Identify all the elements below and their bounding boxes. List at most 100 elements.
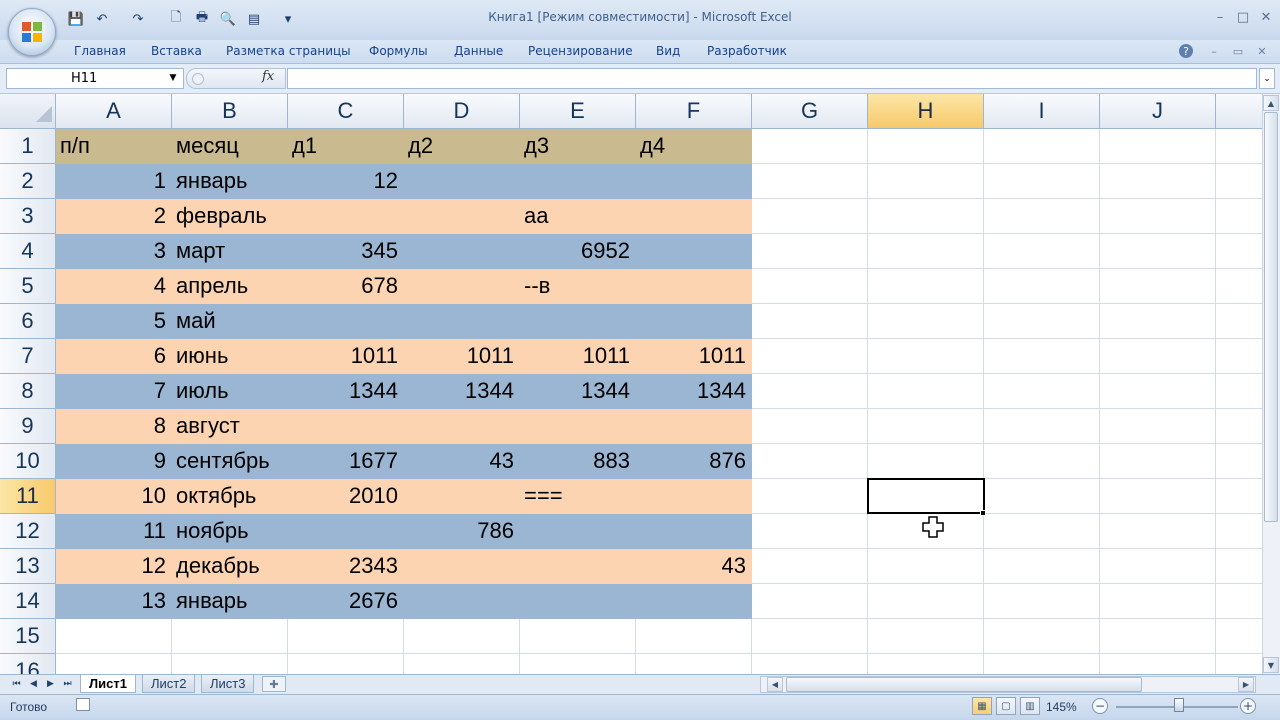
cell-h5[interactable]: [868, 269, 984, 304]
column-header-e[interactable]: E: [520, 94, 636, 129]
cell-c12[interactable]: [288, 514, 404, 549]
cell-c4[interactable]: 345: [288, 234, 404, 269]
cell-b6[interactable]: май: [172, 304, 288, 339]
cell-i1[interactable]: [984, 129, 1100, 164]
cell-f2[interactable]: [636, 164, 752, 199]
column-header-f[interactable]: F: [636, 94, 752, 129]
column-header-b[interactable]: B: [172, 94, 288, 129]
cell-g6[interactable]: [752, 304, 868, 339]
help-icon[interactable]: ?: [1179, 44, 1193, 58]
zoom-slider-thumb[interactable]: [1174, 698, 1184, 712]
sheet-tab-2[interactable]: Лист2: [142, 675, 196, 693]
cell-d11[interactable]: [404, 479, 520, 514]
expand-formula-bar-icon[interactable]: ⌄: [1259, 68, 1275, 89]
cell-c9[interactable]: [288, 409, 404, 444]
cell-f16[interactable]: [636, 654, 752, 674]
cell-c7[interactable]: 1011: [288, 339, 404, 374]
office-button[interactable]: [8, 8, 56, 56]
cell-h8[interactable]: [868, 374, 984, 409]
cell-f6[interactable]: [636, 304, 752, 339]
normal-view-icon[interactable]: ▦: [972, 697, 992, 715]
cell-d13[interactable]: [404, 549, 520, 584]
last-sheet-icon[interactable]: ⏭: [61, 677, 74, 691]
previous-sheet-icon[interactable]: ◀: [27, 677, 40, 691]
cell-d7[interactable]: 1011: [404, 339, 520, 374]
row-header-3[interactable]: 3: [0, 199, 56, 234]
tab-page-layout[interactable]: Разметка страницы: [226, 44, 351, 58]
cell-d5[interactable]: [404, 269, 520, 304]
scroll-left-icon[interactable]: ◀: [767, 677, 783, 692]
cell-b16[interactable]: [172, 654, 288, 674]
cell-a7[interactable]: 6: [56, 339, 172, 374]
ribbon-minimize-icon[interactable]: –: [1205, 43, 1223, 59]
horizontal-scroll-thumb[interactable]: [786, 677, 1142, 692]
cell-g4[interactable]: [752, 234, 868, 269]
cell-j7[interactable]: [1100, 339, 1216, 374]
formula-handle-icon[interactable]: [192, 73, 204, 85]
cell-b10[interactable]: сентябрь: [172, 444, 288, 479]
cell-d12[interactable]: 786: [404, 514, 520, 549]
cell-b14[interactable]: январь: [172, 584, 288, 619]
cell-d16[interactable]: [404, 654, 520, 674]
cell-g14[interactable]: [752, 584, 868, 619]
cell-d10[interactable]: 43: [404, 444, 520, 479]
scroll-right-icon[interactable]: ▶: [1238, 677, 1254, 692]
cell-k16[interactable]: [1216, 654, 1262, 674]
cell-h2[interactable]: [868, 164, 984, 199]
cell-j10[interactable]: [1100, 444, 1216, 479]
cell-h6[interactable]: [868, 304, 984, 339]
cell-i4[interactable]: [984, 234, 1100, 269]
cell-i16[interactable]: [984, 654, 1100, 674]
cell-e10[interactable]: 883: [520, 444, 636, 479]
cell-j3[interactable]: [1100, 199, 1216, 234]
insert-sheet-icon[interactable]: ✚: [262, 676, 286, 692]
row-header-4[interactable]: 4: [0, 234, 56, 269]
cell-j4[interactable]: [1100, 234, 1216, 269]
cell-d15[interactable]: [404, 619, 520, 654]
cell-f11[interactable]: [636, 479, 752, 514]
cell-c16[interactable]: [288, 654, 404, 674]
zoom-level[interactable]: 145%: [1046, 700, 1077, 714]
row-header-14[interactable]: 14: [0, 584, 56, 619]
cell-i6[interactable]: [984, 304, 1100, 339]
cell-c2[interactable]: 12: [288, 164, 404, 199]
cell-a11[interactable]: 10: [56, 479, 172, 514]
cell-h7[interactable]: [868, 339, 984, 374]
cell-g3[interactable]: [752, 199, 868, 234]
cell-g7[interactable]: [752, 339, 868, 374]
sheet-tab-3[interactable]: Лист3: [201, 675, 255, 693]
cell-f13[interactable]: 43: [636, 549, 752, 584]
cell-f3[interactable]: [636, 199, 752, 234]
cell-i9[interactable]: [984, 409, 1100, 444]
cell-a14[interactable]: 13: [56, 584, 172, 619]
cell-k8[interactable]: [1216, 374, 1262, 409]
tab-data[interactable]: Данные: [454, 44, 503, 58]
cell-b15[interactable]: [172, 619, 288, 654]
cell-g12[interactable]: [752, 514, 868, 549]
cell-d4[interactable]: [404, 234, 520, 269]
cell-b4[interactable]: март: [172, 234, 288, 269]
cell-d1[interactable]: д2: [404, 129, 520, 164]
cell-j2[interactable]: [1100, 164, 1216, 199]
cell-h13[interactable]: [868, 549, 984, 584]
cell-h3[interactable]: [868, 199, 984, 234]
cell-k13[interactable]: [1216, 549, 1262, 584]
vertical-scroll-thumb[interactable]: [1264, 112, 1278, 522]
row-header-11[interactable]: 11: [0, 479, 56, 514]
column-header-a[interactable]: A: [56, 94, 172, 129]
cell-j14[interactable]: [1100, 584, 1216, 619]
cell-b1[interactable]: месяц: [172, 129, 288, 164]
cell-e6[interactable]: [520, 304, 636, 339]
cell-i14[interactable]: [984, 584, 1100, 619]
minimize-icon[interactable]: –: [1210, 8, 1230, 26]
cell-g5[interactable]: [752, 269, 868, 304]
cell-i12[interactable]: [984, 514, 1100, 549]
cell-k5[interactable]: [1216, 269, 1262, 304]
cell-a16[interactable]: [56, 654, 172, 674]
cell-j13[interactable]: [1100, 549, 1216, 584]
cell-d14[interactable]: [404, 584, 520, 619]
cell-k10[interactable]: [1216, 444, 1262, 479]
cell-c13[interactable]: 2343: [288, 549, 404, 584]
cell-f8[interactable]: 1344: [636, 374, 752, 409]
cell-d3[interactable]: [404, 199, 520, 234]
